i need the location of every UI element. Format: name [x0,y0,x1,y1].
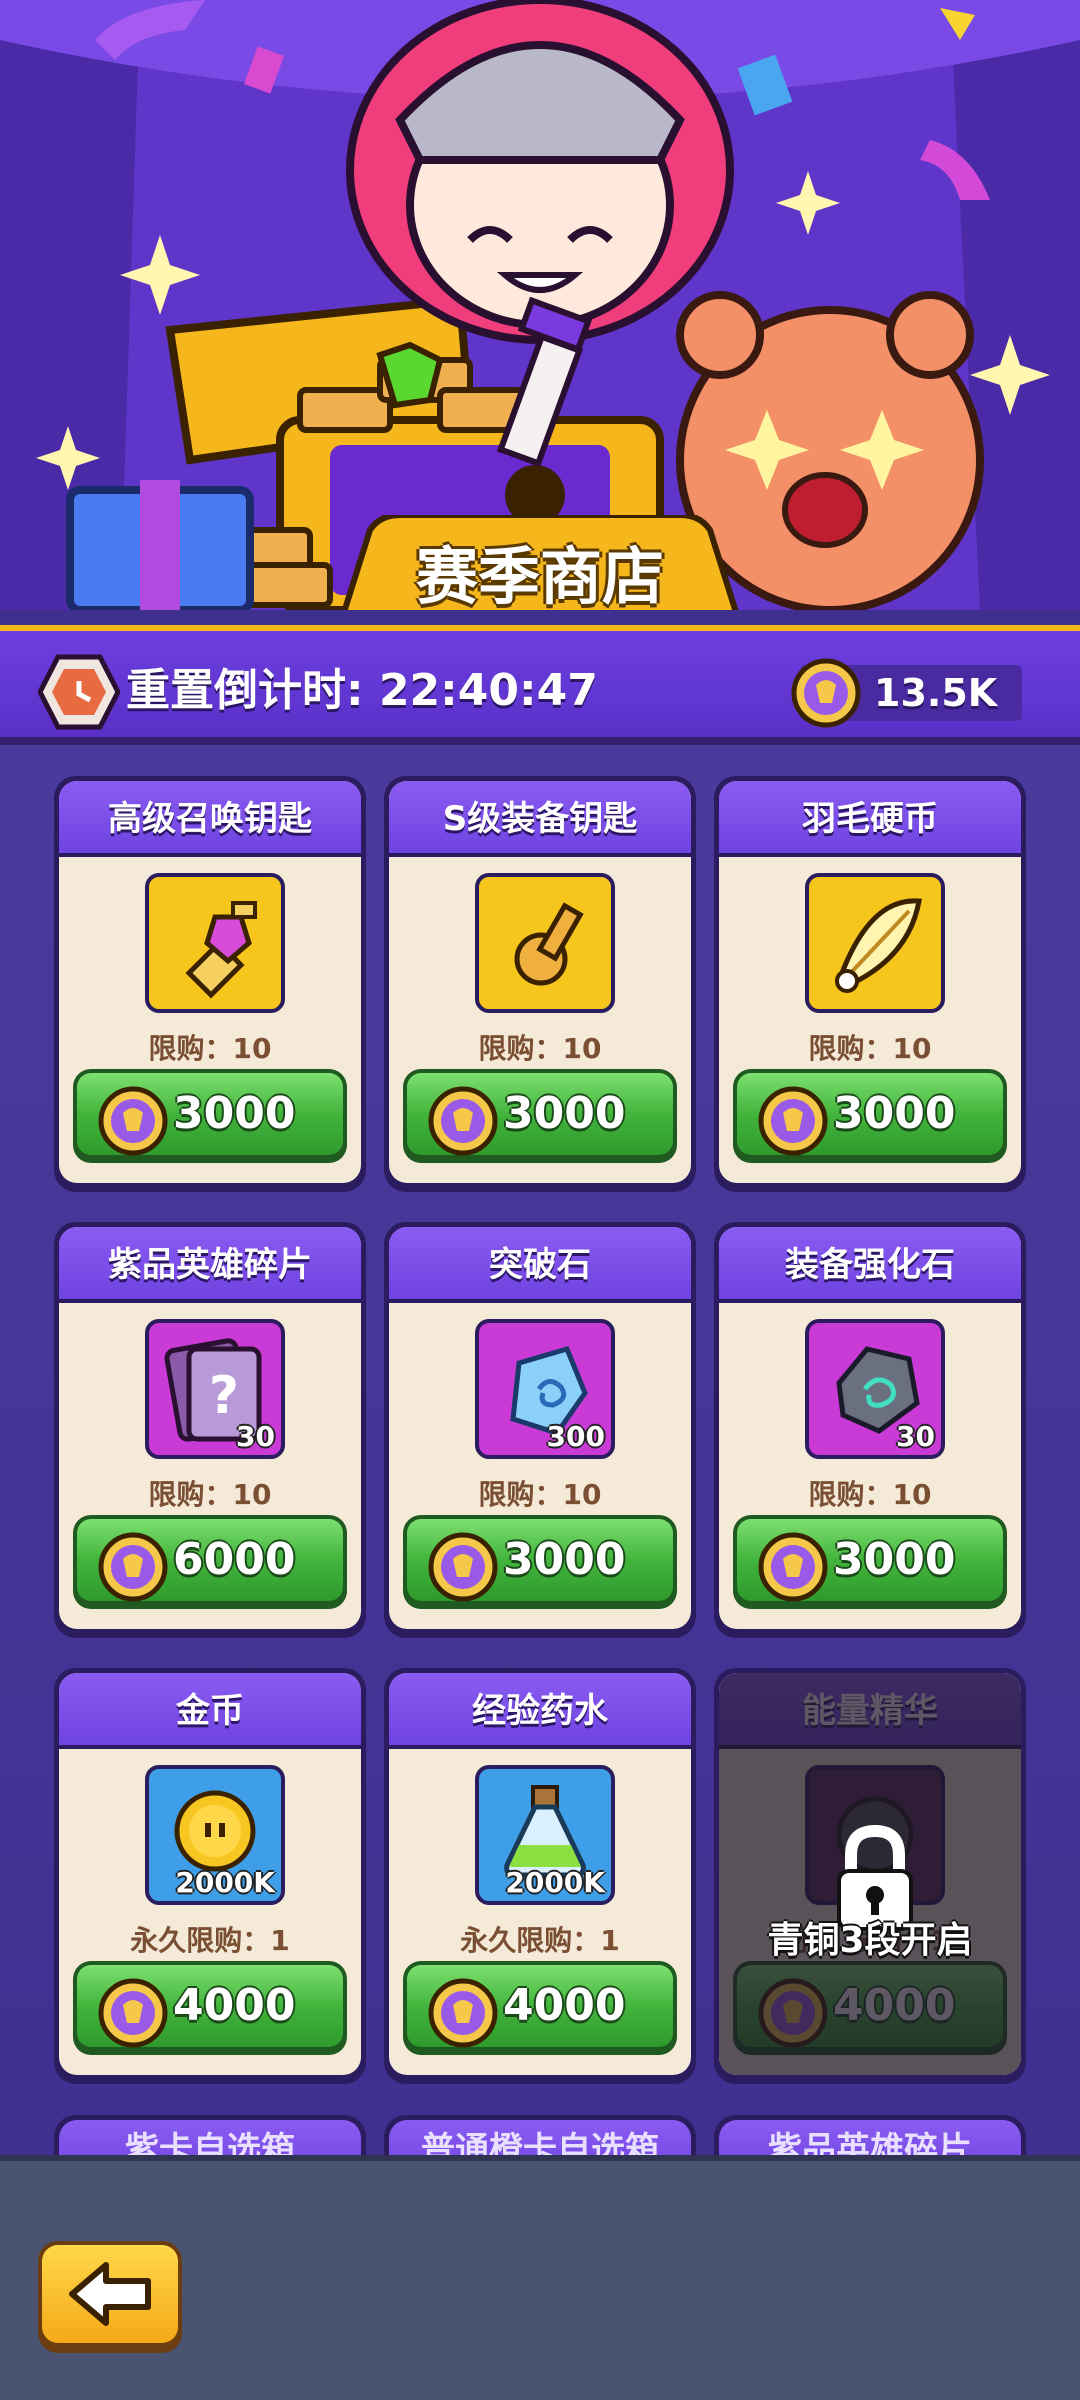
shop-item-card[interactable]: 羽毛硬币限购：10 3000 [714,776,1026,1192]
shop-item-card[interactable]: 紫品英雄碎片? 30 限购：10 6000 [54,1222,366,1638]
shop-item-card[interactable]: 经验药水 2000K 永久限购：1 4000 [384,1668,696,2084]
buy-button-face[interactable]: 3000 [737,1073,1003,1156]
season-coin-icon [791,658,861,728]
item-icon-frame[interactable] [805,873,945,1013]
shop-item-title: 突破石 [389,1227,691,1303]
item-quantity: 30 [236,1420,275,1453]
unlock-requirement: 青铜3段开启 [767,1920,973,1961]
reset-time: 22:40:47 [378,665,598,716]
item-price: 3000 [503,1534,626,1585]
back-arrow-icon [69,2262,151,2326]
buy-button[interactable]: 3000 [733,1515,1007,1609]
buy-button-face[interactable]: 3000 [407,1073,673,1156]
item-quantity: 30 [896,1420,935,1453]
item-icon-frame[interactable]: 2000K [145,1765,285,1905]
purchase-limit: 限购：10 [808,1032,932,1065]
item-icon-frame[interactable]: 30 [805,1319,945,1459]
shop-item-title: 紫品英雄碎片 [59,1227,361,1303]
item-price: 3000 [503,1088,626,1139]
currency-amount: 13.5K [874,671,998,715]
purchase-limit: 限购：10 [808,1478,932,1511]
item-quantity: 2000K [175,1866,275,1899]
shop-item-card[interactable]: 金币 2000K 永久限购：1 4000 [54,1668,366,2084]
purchase-limit: 限购：10 [148,1478,272,1511]
shop-item-title: 装备强化石 [719,1227,1021,1303]
season-coin-icon [98,1532,168,1602]
buy-button-face[interactable]: 3000 [407,1519,673,1602]
shop-item-title: 羽毛硬币 [719,781,1021,857]
shop-item-body: 高级召唤钥匙限购：10 3000 [59,781,361,1183]
feather-coin-icon [835,898,922,993]
item-icon-frame[interactable]: ? 30 [145,1319,285,1459]
shop-item-card[interactable]: 高级召唤钥匙限购：10 3000 [54,776,366,1192]
season-coin-icon [428,1086,498,1156]
season-coin-icon [758,1086,828,1156]
shop-item-title: 高级召唤钥匙 [59,781,361,857]
item-icon-frame[interactable] [475,873,615,1013]
buy-button[interactable]: 6000 [73,1515,347,1609]
season-coin-icon [98,1086,168,1156]
back-button[interactable] [38,2241,182,2353]
clock-icon [38,654,120,730]
shop-item-body: 金币 2000K 永久限购：1 4000 [59,1673,361,2075]
item-icon-frame[interactable] [145,873,285,1013]
item-quantity: 300 [546,1420,605,1453]
purchase-limit: 永久限购：1 [130,1924,290,1957]
shop-item-card[interactable]: 装备强化石 30 限购：10 3000 [714,1222,1026,1638]
season-coin-icon [758,1532,828,1602]
shop-item-body: 装备强化石 30 限购：10 3000 [719,1227,1021,1629]
purchase-limit: 限购：10 [148,1032,272,1065]
item-quantity: 2000K [505,1866,605,1899]
reset-label: 重置倒计时: [126,665,364,716]
gold-key-icon [514,902,584,986]
reset-countdown: 重置倒计时: 22:40:47 [126,661,598,721]
purple-gem-key-icon [185,901,257,999]
buy-button-face[interactable]: 3000 [77,1073,343,1156]
season-coin-icon [98,1978,168,2048]
item-icon-frame[interactable]: 300 [475,1319,615,1459]
shop-item-title: 经验药水 [389,1673,691,1749]
buy-button[interactable]: 4000 [73,1961,347,2055]
shop-item-body: 经验药水 2000K 永久限购：1 4000 [389,1673,691,2075]
shop-item-card[interactable]: S级装备钥匙限购：10 3000 [384,776,696,1192]
item-icon-frame[interactable]: 2000K [475,1765,615,1905]
page-title: 赛季商店 [415,540,664,610]
shop-item-title: 金币 [59,1673,361,1749]
locked-overlay: 青铜3段开启 [719,1673,1021,2075]
info-bar: 重置倒计时: 22:40:47 13.5K [0,625,1080,745]
bottom-bar [0,2155,1080,2400]
buy-button-face[interactable]: 4000 [407,1965,673,2048]
buy-button[interactable]: 3000 [73,1069,347,1163]
item-price: 4000 [173,1980,296,2031]
shop-item-title: S级装备钥匙 [389,781,691,857]
item-price: 4000 [503,1980,626,2031]
season-coin-icon [428,1532,498,1602]
shop-item-body: S级装备钥匙限购：10 3000 [389,781,691,1183]
shop-item-body: 突破石 300 限购：10 3000 [389,1227,691,1629]
purchase-limit: 永久限购：1 [460,1924,620,1957]
buy-button[interactable]: 4000 [403,1961,677,2055]
item-price: 3000 [833,1088,956,1139]
shop-item-body: 能量精华永久限购：14000青铜3段开启 [719,1673,1021,2075]
purchase-limit: 限购：10 [478,1478,602,1511]
buy-button-face[interactable]: 4000 [77,1965,343,2048]
item-price: 6000 [173,1534,296,1585]
season-coin-icon [428,1978,498,2048]
back-button-face[interactable] [42,2245,178,2343]
buy-button-face[interactable]: 3000 [737,1519,1003,1602]
buy-button-face[interactable]: 6000 [77,1519,343,1602]
purchase-limit: 限购：10 [478,1032,602,1065]
buy-button[interactable]: 3000 [403,1515,677,1609]
shop-item-card[interactable]: 能量精华永久限购：14000青铜3段开启 [714,1668,1026,2084]
shop-item-card[interactable]: 突破石 300 限购：10 3000 [384,1222,696,1638]
shop-item-body: 紫品英雄碎片? 30 限购：10 6000 [59,1227,361,1629]
season-shop-banner: 赛季商店 [0,0,1080,610]
buy-button[interactable]: 3000 [733,1069,1007,1163]
buy-button[interactable]: 3000 [403,1069,677,1163]
svg-text:?: ? [209,1366,239,1426]
item-price: 3000 [833,1534,956,1585]
shop-item-body: 羽毛硬币限购：10 3000 [719,781,1021,1183]
item-price: 3000 [173,1088,296,1139]
